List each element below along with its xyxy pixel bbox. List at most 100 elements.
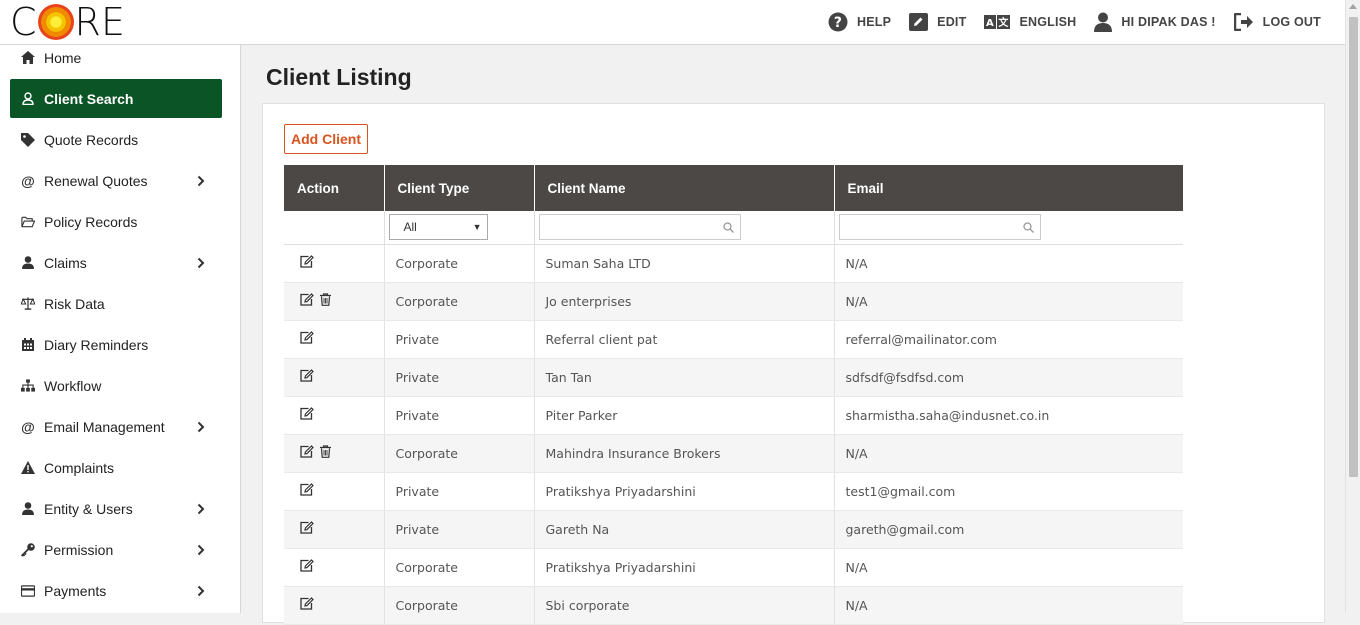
sidebar-item-label: Payments xyxy=(44,582,107,599)
action-cell xyxy=(284,396,385,435)
sidebar-item-quote-records[interactable]: Quote Records xyxy=(10,120,222,159)
scale-icon xyxy=(21,297,35,311)
at-icon: @ xyxy=(21,172,35,189)
sidebar-item-label: Entity & Users xyxy=(44,500,133,517)
logo-o-mark xyxy=(37,4,74,40)
topnav-label: LOG OUT xyxy=(1262,15,1321,29)
sidebar-item-payments[interactable]: Payments xyxy=(10,571,222,610)
home-icon xyxy=(21,51,35,65)
topnav-help[interactable]: ? HELP xyxy=(828,12,891,32)
sidebar-item-client-search[interactable]: Client Search xyxy=(10,79,222,118)
delete-icon[interactable] xyxy=(320,293,331,309)
edit-icon[interactable] xyxy=(300,369,314,385)
user-icon xyxy=(21,256,35,270)
search-icon xyxy=(722,222,734,234)
email-cell: referral@mailinator.com xyxy=(834,320,1183,359)
client-name-cell: Sbi corporate xyxy=(534,586,835,625)
column-header-client-name[interactable]: Client Name xyxy=(534,165,835,211)
column-header-email[interactable]: Email xyxy=(834,165,1183,211)
action-cell xyxy=(284,244,385,283)
action-cell xyxy=(284,282,385,321)
sidebar-item-label: Workflow xyxy=(44,377,102,394)
chevron-right-icon xyxy=(194,256,208,270)
sidebar-item-permission[interactable]: Permission xyxy=(10,530,222,569)
core-logo[interactable]: C RE xyxy=(10,3,125,41)
client-table: Action Client Type Client Name Email All… xyxy=(284,165,1183,625)
sidebar-item-risk-data[interactable]: Risk Data xyxy=(10,284,222,323)
topnav-hi-dipak-das[interactable]: HI DIPAK DAS ! xyxy=(1094,12,1215,32)
sidebar-item-policy-records[interactable]: Policy Records xyxy=(10,202,222,241)
sidebar-item-renewal-quotes[interactable]: @ Renewal Quotes xyxy=(10,161,222,200)
delete-icon[interactable] xyxy=(320,445,331,461)
email-cell: sharmistha.saha@indusnet.co.in xyxy=(834,396,1183,435)
table-row: Private Gareth Na gareth@gmail.com xyxy=(284,510,1183,549)
sidebar-item-label: Client Search xyxy=(44,90,134,107)
filter-email-cell xyxy=(834,211,1183,245)
top-bar: C RE ? HELP EDIT A 文 ENGLISH HI DIPAK DAS ! LOG … xyxy=(0,0,1345,45)
sidebar-item-email-management[interactable]: @ Email Management xyxy=(10,407,222,446)
email-search-input[interactable] xyxy=(839,215,1020,240)
edit-icon[interactable] xyxy=(300,597,314,613)
column-header-action[interactable]: Action xyxy=(284,165,385,211)
client-type-select[interactable]: All ▼ xyxy=(388,214,488,241)
client-type-cell: Corporate xyxy=(384,244,535,283)
client-name-filter xyxy=(538,214,741,241)
edit-icon[interactable] xyxy=(300,521,314,537)
client-type-cell: Private xyxy=(384,358,535,397)
edit-icon[interactable] xyxy=(300,255,314,271)
sidebar-item-home[interactable]: Home xyxy=(10,45,222,77)
scrollbar-thumb[interactable] xyxy=(1349,17,1358,477)
sidebar-item-complaints[interactable]: Complaints xyxy=(10,448,222,487)
email-cell: N/A xyxy=(834,548,1183,587)
client-name-cell: Tan Tan xyxy=(534,358,835,397)
tag-icon xyxy=(21,132,35,147)
user-icon xyxy=(1094,12,1113,32)
edit-icon[interactable] xyxy=(300,331,314,347)
client-name-cell: Suman Saha LTD xyxy=(534,244,835,283)
sidebar-item-entity-users[interactable]: Entity & Users xyxy=(10,489,222,528)
table-row: Corporate Sbi corporate N/A xyxy=(284,586,1183,625)
sidebar-item-claims[interactable]: Claims xyxy=(10,243,222,282)
add-client-button[interactable]: Add Client xyxy=(284,124,368,154)
chevron-right-icon xyxy=(194,502,208,516)
edit-icon[interactable] xyxy=(300,483,314,499)
email-cell: test1@gmail.com xyxy=(834,472,1183,511)
client-type-cell: Corporate xyxy=(384,586,535,625)
topnav-label: ENGLISH xyxy=(1019,15,1077,29)
table-row: Private Tan Tan sdfsdf@fsdfsd.com xyxy=(284,358,1183,397)
client-name-search-input[interactable] xyxy=(539,215,720,240)
email-cell: gareth@gmail.com xyxy=(834,510,1183,549)
client-type-cell: Private xyxy=(384,320,535,359)
client-type-select-value: All xyxy=(403,220,417,235)
topnav-log-out[interactable]: LOG OUT xyxy=(1233,13,1321,31)
client-type-cell: Private xyxy=(384,472,535,511)
filter-row: All ▼ xyxy=(284,211,1183,245)
sidebar-item-diary-reminders[interactable]: Diary Reminders xyxy=(10,325,222,364)
scroll-up-arrow-icon[interactable] xyxy=(1349,4,1357,9)
edit-icon[interactable] xyxy=(300,293,314,309)
email-cell: N/A xyxy=(834,282,1183,321)
edit-icon[interactable] xyxy=(300,559,314,575)
chevron-right-icon xyxy=(194,420,208,434)
sidebar: Home Client Search Quote Records @ Renewal Q… xyxy=(0,45,241,613)
filter-action-cell xyxy=(284,211,385,245)
filter-name-cell xyxy=(534,211,835,245)
logout-icon xyxy=(1233,13,1254,31)
vertical-scrollbar[interactable] xyxy=(1345,0,1360,613)
select-caret-icon: ▼ xyxy=(472,222,482,233)
topnav-english[interactable]: A 文 ENGLISH xyxy=(984,15,1076,29)
edit-icon[interactable] xyxy=(300,407,314,423)
topnav-edit[interactable]: EDIT xyxy=(909,13,966,31)
column-header-client-type[interactable]: Client Type xyxy=(384,165,535,211)
sidebar-item-label: Claims xyxy=(44,254,87,271)
sidebar-item-label: Home xyxy=(44,49,82,66)
edit-icon[interactable] xyxy=(300,445,314,461)
sidebar-item-label: Quote Records xyxy=(44,131,139,148)
table-row: Corporate Jo enterprises N/A xyxy=(284,282,1183,321)
sidebar-item-label: Renewal Quotes xyxy=(44,172,148,189)
action-cell xyxy=(284,510,385,549)
email-cell: N/A xyxy=(834,586,1183,625)
sidebar-menu: Home Client Search Quote Records @ Renewal Q… xyxy=(10,45,222,612)
help-icon: ? xyxy=(828,12,848,32)
sidebar-item-workflow[interactable]: Workflow xyxy=(10,366,222,405)
